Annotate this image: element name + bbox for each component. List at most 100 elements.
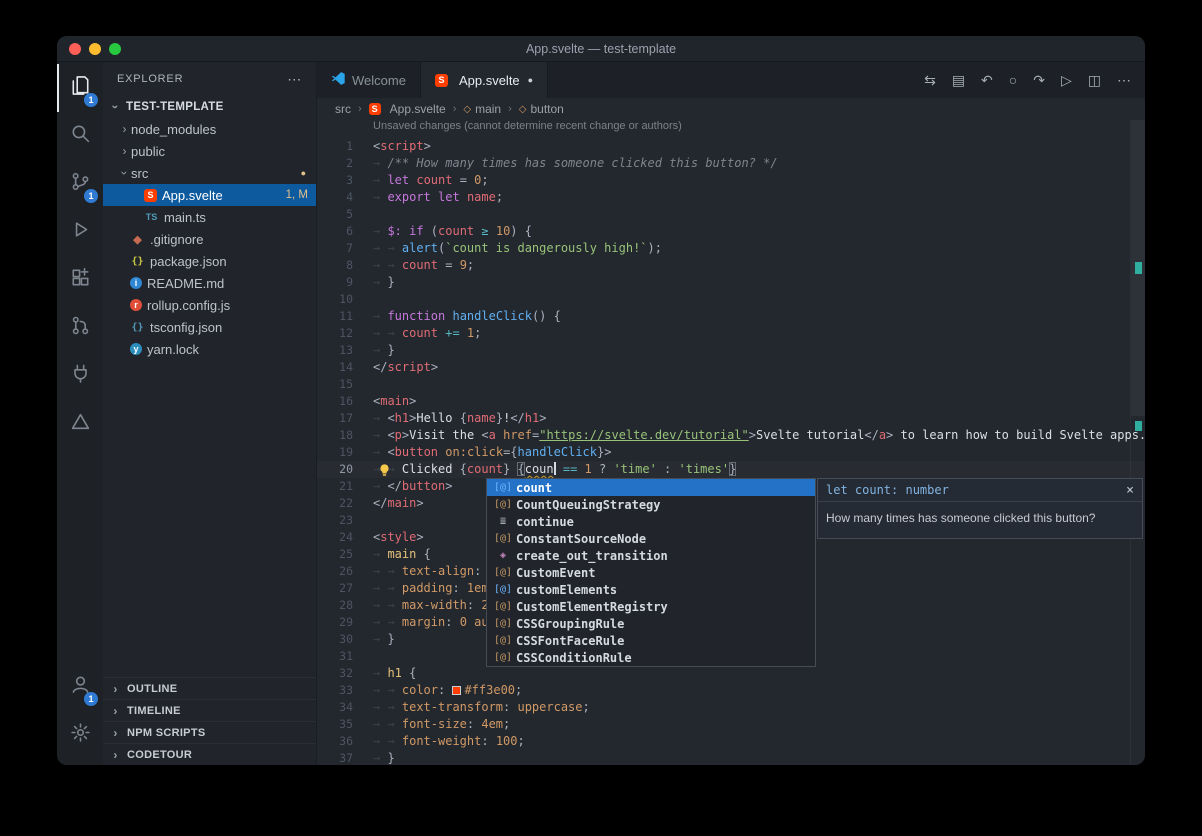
tree-item-node_modules[interactable]: ›node_modules <box>103 118 316 140</box>
minimize-window-button[interactable] <box>89 43 101 55</box>
activity-source-control[interactable]: 1 <box>57 160 103 208</box>
activity-run-debug[interactable] <box>57 208 103 256</box>
close-icon[interactable]: × <box>1126 484 1134 497</box>
breadcrumb-item-app-svelte[interactable]: SApp.svelte <box>369 102 446 116</box>
code-text: →<h1>Hello {name}!</h1> <box>353 410 546 427</box>
root-folder-label: TEST-TEMPLATE <box>126 101 224 113</box>
code-line[interactable]: 8→→count = 9; <box>317 257 1145 274</box>
code-line[interactable]: 2→/** How many times has someone clicked… <box>317 155 1145 172</box>
activity-github-pull-requests[interactable] <box>57 304 103 352</box>
sidebar-section-timeline[interactable]: ›TIMELINE <box>103 699 316 721</box>
code-line[interactable]: 37→} <box>317 750 1145 765</box>
tab-welcome[interactable]: Welcome <box>317 62 421 98</box>
suggest-label: create_out_transition <box>516 549 668 563</box>
tree-item-rollup.config.js[interactable]: rrollup.config.js <box>103 294 316 316</box>
tree-item-main.ts[interactable]: TSmain.ts <box>103 206 316 228</box>
suggest-description: How many times has someone clicked this … <box>818 502 1142 538</box>
activity-accounts[interactable]: 1 <box>57 663 103 711</box>
open-preview-icon[interactable]: ▤ <box>952 73 965 87</box>
chevron-down-icon: › <box>109 101 123 114</box>
svelte-icon: S <box>435 74 448 87</box>
titlebar[interactable]: App.svelte — test-template <box>57 36 1145 62</box>
code-line[interactable]: 32→h1 { <box>317 665 1145 682</box>
code-line[interactable]: 9→} <box>317 274 1145 291</box>
tree-item-tsconfig.json[interactable]: {}tsconfig.json <box>103 316 316 338</box>
sidebar-section-npm-scripts[interactable]: ›NPM SCRIPTS <box>103 721 316 743</box>
code-line[interactable]: 3→let count = 0; <box>317 172 1145 189</box>
tree-item-.gitignore[interactable]: ◆.gitignore <box>103 228 316 250</box>
suggest-item-customElements[interactable]: [@]customElements <box>487 581 815 598</box>
suggest-item-create_out_transition[interactable]: ◈create_out_transition <box>487 547 815 564</box>
code-text: →→color: #ff3e00; <box>353 682 522 699</box>
tree-item-src[interactable]: ›src● <box>103 162 316 184</box>
tree-item-public[interactable]: ›public <box>103 140 316 162</box>
activity-settings[interactable] <box>57 711 103 759</box>
code-line[interactable]: 13→} <box>317 342 1145 359</box>
suggest-item-CSSGroupingRule[interactable]: [@]CSSGroupingRule <box>487 615 815 632</box>
tree-item-README.md[interactable]: iREADME.md <box>103 272 316 294</box>
activity-remote-explorer[interactable] <box>57 352 103 400</box>
more-actions-icon[interactable]: ⋯ <box>287 71 302 88</box>
activity-triangle-extension[interactable] <box>57 400 103 448</box>
explorer-root-folder[interactable]: › TEST-TEMPLATE <box>103 96 316 118</box>
code-line[interactable]: 34→→text-transform: uppercase; <box>317 699 1145 716</box>
code-line[interactable]: 33→→color: #ff3e00; <box>317 682 1145 699</box>
breadcrumb-item-src[interactable]: src <box>335 102 351 116</box>
code-line[interactable]: 19→<button on:click={handleClick}> <box>317 444 1145 461</box>
code-line[interactable]: 18→<p>Visit the <a href="https://svelte.… <box>317 427 1145 444</box>
code-text: <script> <box>353 138 431 155</box>
suggest-item-CSSConditionRule[interactable]: [@]CSSConditionRule <box>487 649 815 666</box>
code-line[interactable]: 11→function handleClick() { <box>317 308 1145 325</box>
lightbulb-icon[interactable] <box>377 463 392 478</box>
suggest-item-count[interactable]: [@]count <box>487 479 815 496</box>
close-window-button[interactable] <box>69 43 81 55</box>
suggest-item-CSSFontFaceRule[interactable]: [@]CSSFontFaceRule <box>487 632 815 649</box>
breadcrumb-item-main[interactable]: ◇main <box>463 102 501 116</box>
split-editor-icon[interactable]: ◫ <box>1088 73 1101 87</box>
tree-item-package.json[interactable]: {}package.json <box>103 250 316 272</box>
code-line[interactable]: 36→→font-weight: 100; <box>317 733 1145 750</box>
sidebar-section-outline[interactable]: ›OUTLINE <box>103 677 316 699</box>
activity-explorer[interactable]: 1 <box>57 64 103 112</box>
open-changes-icon[interactable]: ○ <box>1009 73 1017 87</box>
git-status-badge: 1, M <box>286 189 308 201</box>
suggest-item-CustomEvent[interactable]: [@]CustomEvent <box>487 564 815 581</box>
activity-extensions[interactable] <box>57 256 103 304</box>
previous-change-icon[interactable]: ↶ <box>981 73 993 87</box>
code-line[interactable]: 35→→font-size: 4em; <box>317 716 1145 733</box>
zoom-window-button[interactable] <box>109 43 121 55</box>
code-line[interactable]: 6→$: if (count ≥ 10) { <box>317 223 1145 240</box>
next-change-icon[interactable]: ↷ <box>1033 73 1045 87</box>
suggest-item-continue[interactable]: ≣continue <box>487 513 815 530</box>
git-compare-icon[interactable]: ⇆ <box>924 73 936 87</box>
code-line[interactable]: 1<script> <box>317 138 1145 155</box>
search-icon <box>70 123 91 149</box>
line-number: 25 <box>317 546 353 563</box>
line-number: 1 <box>317 138 353 155</box>
suggest-item-CustomElementRegistry[interactable]: [@]CustomElementRegistry <box>487 598 815 615</box>
breadcrumb-item-button[interactable]: ◇button <box>519 102 564 116</box>
suggest-item-ConstantSourceNode[interactable]: [@]ConstantSourceNode <box>487 530 815 547</box>
activity-search[interactable] <box>57 112 103 160</box>
code-editor[interactable]: Unsaved changes (cannot determine recent… <box>317 120 1145 765</box>
color-swatch[interactable] <box>452 686 461 695</box>
suggest-item-CountQueuingStrategy[interactable]: [@]CountQueuingStrategy <box>487 496 815 513</box>
git-file-icon: ◆ <box>130 232 145 247</box>
tab-app-svelte[interactable]: SApp.svelte● <box>421 62 548 98</box>
code-line[interactable]: 15 <box>317 376 1145 393</box>
code-line[interactable]: 20→→Clicked {count} {coun == 1 ? 'time' … <box>317 461 1145 478</box>
triangle-extension-icon <box>70 411 91 437</box>
code-line[interactable]: 14</script> <box>317 359 1145 376</box>
code-line[interactable]: 4→export let name; <box>317 189 1145 206</box>
code-line[interactable]: 5 <box>317 206 1145 223</box>
code-line[interactable]: 17→<h1>Hello {name}!</h1> <box>317 410 1145 427</box>
more-actions-icon[interactable]: ⋯ <box>1117 73 1131 87</box>
code-line[interactable]: 16<main> <box>317 393 1145 410</box>
code-line[interactable]: 7→→alert(`count is dangerously high!`); <box>317 240 1145 257</box>
sidebar-section-codetour[interactable]: ›CODETOUR <box>103 743 316 765</box>
tree-item-App.svelte[interactable]: SApp.svelte1, M <box>103 184 316 206</box>
tree-item-yarn.lock[interactable]: yyarn.lock <box>103 338 316 360</box>
code-line[interactable]: 10 <box>317 291 1145 308</box>
code-line[interactable]: 12→→count += 1; <box>317 325 1145 342</box>
run-icon[interactable]: ▷ <box>1061 73 1072 87</box>
